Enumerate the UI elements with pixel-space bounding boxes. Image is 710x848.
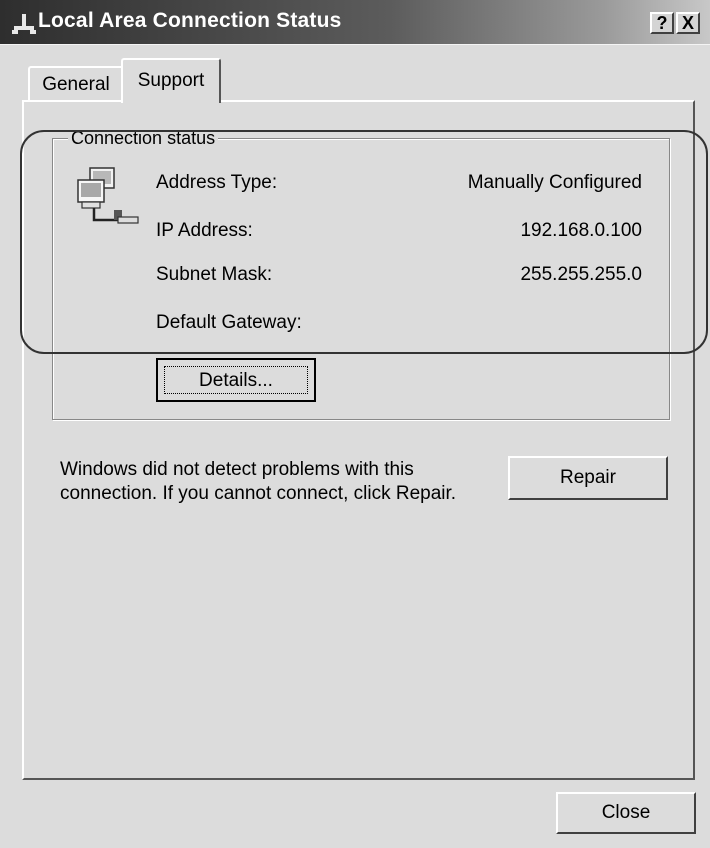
address-type-label: Address Type:: [156, 172, 278, 193]
close-button[interactable]: Close: [556, 792, 696, 834]
details-button[interactable]: Details...: [156, 358, 316, 402]
subnet-mask-value: 255.255.255.0: [520, 264, 642, 285]
window-title: Local Area Connection Status: [38, 9, 342, 32]
connection-status-legend: Connection status: [68, 128, 219, 149]
ip-address-label: IP Address:: [156, 220, 253, 241]
network-computers-icon: [77, 167, 139, 224]
network-connection-icon: [12, 14, 36, 34]
tab-general[interactable]: General: [28, 66, 124, 102]
title-close-button[interactable]: X: [676, 12, 700, 34]
diagnostic-message: Windows did not detect problems with thi…: [60, 459, 457, 504]
repair-button[interactable]: Repair: [508, 456, 668, 500]
default-gateway-label: Default Gateway:: [156, 312, 302, 333]
subnet-mask-label: Subnet Mask:: [156, 264, 273, 285]
address-type-value: Manually Configured: [467, 172, 642, 193]
ip-address-value: 192.168.0.100: [520, 220, 642, 241]
status-dialog: Local Area Connection Status ? X General…: [0, 0, 710, 848]
details-button-label: Details...: [164, 366, 308, 394]
title-bar[interactable]: Local Area Connection Status ? X: [0, 0, 710, 45]
help-button[interactable]: ?: [650, 12, 674, 34]
tab-support[interactable]: Support: [121, 58, 221, 103]
